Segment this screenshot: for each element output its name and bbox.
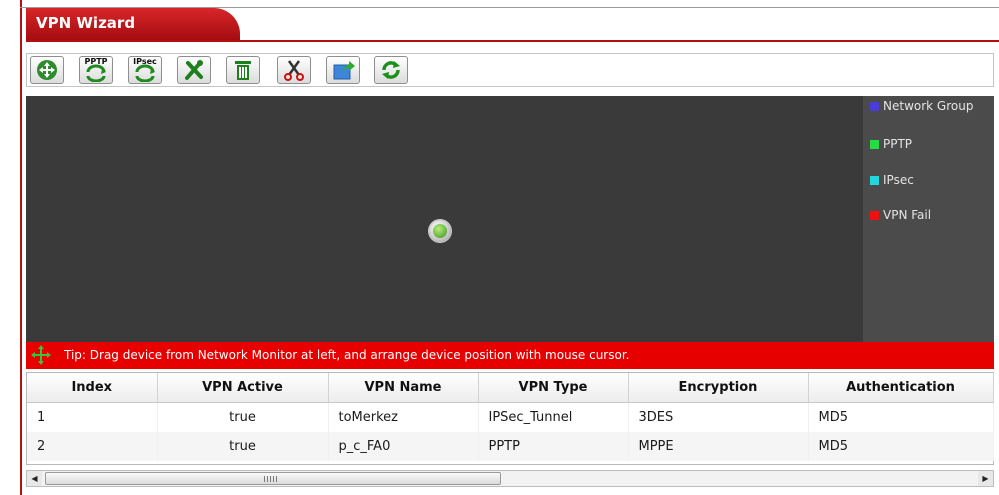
cell-index: 1 — [27, 402, 158, 432]
column-header-vpn-active[interactable]: VPN Active — [157, 373, 329, 403]
window-title: VPN Wizard — [36, 14, 136, 32]
legend-swatch — [870, 211, 879, 220]
scroll-right-button[interactable]: ▶ — [978, 471, 993, 486]
add-network-group-button[interactable] — [30, 56, 64, 84]
vpn-table-grid: Index VPN Active VPN Name VPN Type Encry… — [27, 373, 994, 461]
cell-encryption: MPPE — [628, 432, 809, 461]
cell-index: 2 — [27, 432, 158, 461]
cell-vpn-name: p_c_FA0 — [328, 432, 479, 461]
vpn-wizard-tab[interactable]: VPN Wizard — [26, 8, 240, 40]
column-header-encryption[interactable]: Encryption — [628, 373, 809, 403]
export-button[interactable] — [326, 56, 360, 84]
legend-swatch — [870, 102, 879, 111]
tip-text: Tip: Drag device from Network Monitor at… — [64, 348, 630, 362]
move-tip-icon — [31, 345, 51, 365]
table-row[interactable]: 2 true p_c_FA0 PPTP MPPE MD5 — [27, 432, 994, 461]
vpn-table: Index VPN Active VPN Name VPN Type Encry… — [26, 372, 994, 465]
toolbar: PPTP IPsec — [26, 53, 994, 87]
cell-authentication: MD5 — [808, 432, 994, 461]
cell-vpn-name: toMerkez — [328, 402, 479, 432]
trash-icon — [235, 61, 251, 80]
refresh-button[interactable] — [374, 56, 408, 84]
legend-label: IPsec — [883, 173, 914, 187]
add-ipsec-button[interactable]: IPsec — [128, 56, 162, 84]
legend-swatch — [870, 140, 879, 149]
legend-item-pptp: PPTP — [870, 136, 912, 152]
column-header-authentication[interactable]: Authentication — [808, 373, 994, 403]
pptp-icon — [86, 64, 106, 82]
device-status-icon — [433, 224, 447, 238]
device-node[interactable] — [429, 220, 451, 242]
export-icon — [333, 61, 355, 80]
legend-label: Network Group — [883, 99, 974, 113]
add-pptp-button[interactable]: PPTP — [79, 56, 113, 84]
frame-left-border — [20, 0, 22, 495]
tab-underline — [26, 40, 999, 42]
table-header-row: Index VPN Active VPN Name VPN Type Encry… — [27, 373, 994, 403]
topology-canvas[interactable]: Network Group PPTP IPsec VPN Fail — [26, 96, 994, 342]
legend-item-network-group: Network Group — [870, 98, 973, 114]
scroll-left-button[interactable]: ◀ — [27, 471, 42, 486]
legend-swatch — [870, 176, 879, 185]
legend-label: PPTP — [883, 137, 913, 151]
legend-item-vpn-fail: VPN Fail — [870, 207, 931, 223]
tip-bar: Tip: Drag device from Network Monitor at… — [26, 342, 994, 369]
cell-encryption: 3DES — [628, 402, 809, 432]
legend-panel: Network Group PPTP IPsec VPN Fail — [863, 96, 994, 342]
horizontal-scrollbar[interactable]: ◀ ▶ — [26, 470, 994, 487]
scroll-thumb[interactable] — [45, 472, 501, 485]
cell-vpn-type: PPTP — [478, 432, 629, 461]
table-row[interactable]: 1 true toMerkez IPSec_Tunnel 3DES MD5 — [27, 402, 994, 432]
tools-icon — [185, 60, 203, 80]
edit-button[interactable] — [177, 56, 211, 84]
cell-vpn-type: IPSec_Tunnel — [478, 402, 629, 432]
legend-label: VPN Fail — [883, 208, 932, 222]
delete-button[interactable] — [226, 56, 260, 84]
column-header-vpn-type[interactable]: VPN Type — [478, 373, 629, 403]
cut-button[interactable] — [277, 56, 311, 84]
column-header-index[interactable]: Index — [27, 373, 158, 403]
legend-item-ipsec: IPsec — [870, 172, 914, 188]
refresh-icon — [382, 61, 400, 79]
ipsec-icon — [135, 64, 155, 82]
cell-vpn-active: true — [157, 432, 329, 461]
cell-authentication: MD5 — [808, 402, 994, 432]
column-header-vpn-name[interactable]: VPN Name — [328, 373, 479, 403]
scroll-grip — [264, 476, 278, 482]
move-arrows-icon — [37, 60, 57, 80]
scissors-icon — [284, 60, 304, 81]
cell-vpn-active: true — [157, 402, 329, 432]
